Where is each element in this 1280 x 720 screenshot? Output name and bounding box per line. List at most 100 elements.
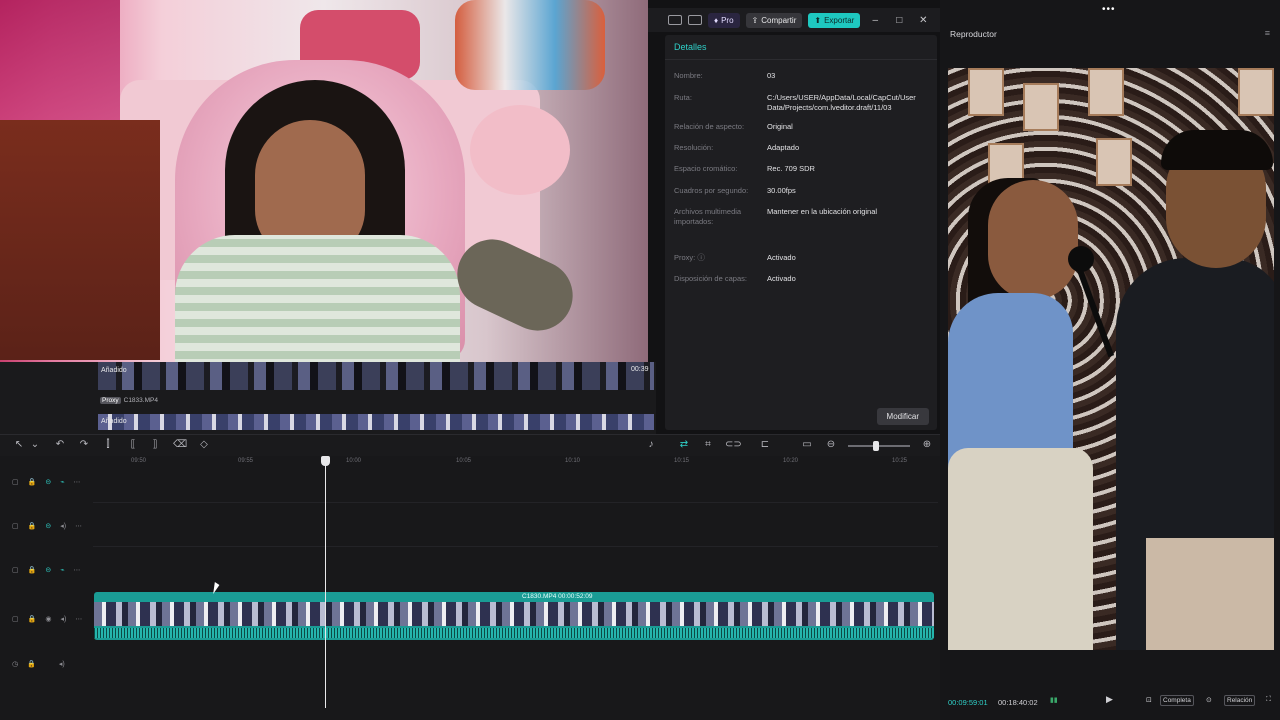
- detail-value: Rec. 709 SDR: [767, 164, 815, 173]
- chevron-down-icon[interactable]: ⌄: [28, 439, 42, 450]
- export-button[interactable]: ⬆ Exportar: [808, 12, 861, 28]
- more-icon[interactable]: ⋯: [75, 522, 82, 530]
- zoom-in-icon[interactable]: ⊕: [920, 439, 934, 450]
- redo-icon[interactable]: ↷: [77, 439, 91, 450]
- maximize-button[interactable]: □: [890, 15, 908, 26]
- video-clip[interactable]: C1830.MP4 00:00:52:09: [94, 592, 934, 640]
- undo-icon[interactable]: ↶: [53, 439, 67, 450]
- player-title: Reproductor: [950, 29, 997, 39]
- track-toggle-icon[interactable]: ▢: [12, 566, 19, 574]
- screenshot-icon[interactable]: ⊙: [1206, 696, 1212, 704]
- track-header-3: ▢ 🔒 ⊝ ⌁ ⋯: [0, 550, 93, 592]
- zoom-out-icon[interactable]: ⊖: [824, 439, 838, 450]
- track-header-main: ▢ 🔒 ◉ ◂) ⋯: [0, 599, 93, 641]
- details-panel: Detalles Nombre: 03 Ruta: C:/Users/USER/Ap…: [665, 35, 937, 430]
- more-icon[interactable]: ⋯: [73, 478, 80, 486]
- timeline[interactable]: 09:50 09:55 10:00 10:05 10:10 10:15 10:2…: [0, 456, 940, 720]
- media-strip-1[interactable]: [98, 362, 654, 390]
- split-icon[interactable]: ⫿: [101, 439, 115, 450]
- visibility-icon[interactable]: ⊝: [45, 522, 51, 530]
- full-quality-button[interactable]: Completa: [1160, 695, 1194, 706]
- added-label-2: Añadido: [101, 418, 127, 425]
- detail-value: Activado: [767, 253, 796, 262]
- detail-key: Espacio cromático:: [674, 164, 738, 173]
- track-header-2: ▢ 🔒 ⊝ ◂) ⋯: [0, 506, 93, 548]
- fit-icon[interactable]: ⊡: [1146, 696, 1152, 704]
- webcam-overlay: [0, 0, 648, 364]
- link-icon[interactable]: ⊂⊃: [725, 439, 742, 450]
- zoom-slider[interactable]: [848, 445, 910, 447]
- pro-button[interactable]: ♦ Pro: [708, 12, 740, 28]
- detail-value: Adaptado: [767, 143, 800, 152]
- preview-axis-icon[interactable]: ⊏: [758, 439, 772, 450]
- wall-poster: [1023, 83, 1059, 131]
- ruler-tick: 09:50: [131, 458, 147, 464]
- playhead-line[interactable]: [325, 456, 326, 708]
- video-preview[interactable]: [948, 68, 1274, 650]
- ruler-tick: 10:25: [892, 458, 908, 464]
- shelf-shape: [0, 120, 160, 360]
- clip-label: C1830.MP4 00:00:52:09: [522, 593, 593, 600]
- playhead-handle[interactable]: [321, 456, 330, 466]
- interviewee-head: [988, 180, 1078, 300]
- lock-icon[interactable]: 🔒: [28, 522, 37, 530]
- delete-icon[interactable]: ⌫: [173, 439, 187, 450]
- more-icon[interactable]: ⋯: [75, 615, 82, 623]
- speaker-icon[interactable]: ◂): [59, 660, 65, 668]
- marker-icon[interactable]: ◇: [197, 439, 211, 450]
- clip-waveform: [94, 628, 934, 638]
- caption-icon[interactable]: ▭: [800, 439, 814, 450]
- lock-icon[interactable]: 🔒: [27, 660, 36, 668]
- ruler-tick: 10:15: [674, 458, 690, 464]
- ruler-tick: 10:05: [456, 458, 472, 464]
- minimize-button[interactable]: –: [866, 15, 884, 26]
- modify-button[interactable]: Modificar: [876, 408, 929, 425]
- eye-icon[interactable]: ◉: [45, 615, 51, 623]
- microphone-icon[interactable]: ♪: [644, 439, 658, 450]
- ratio-button[interactable]: Relación: [1224, 695, 1256, 706]
- trim-left-icon[interactable]: ⟦: [126, 439, 140, 450]
- more-options-icon[interactable]: •••: [1102, 4, 1116, 15]
- proxy-indicator: Proxy C1833.MP4: [100, 397, 158, 404]
- lock-icon[interactable]: 🔒: [28, 615, 37, 623]
- media-strip-2[interactable]: [98, 414, 654, 430]
- zoom-slider-handle[interactable]: [873, 441, 879, 451]
- track-toggle-icon[interactable]: ▢: [12, 478, 19, 486]
- keyboard-icon[interactable]: [688, 15, 702, 25]
- added-label: Añadido: [101, 367, 127, 374]
- lock-icon[interactable]: 🔒: [28, 566, 37, 574]
- lock-icon[interactable]: 🔒: [28, 478, 37, 486]
- trim-right-icon[interactable]: ⟧: [148, 439, 162, 450]
- layout-icon[interactable]: [668, 15, 682, 25]
- more-icon[interactable]: ⋯: [73, 566, 80, 574]
- detail-value: C:/Users/USER/AppData/Local/CapCut/User …: [767, 93, 916, 112]
- close-button[interactable]: ✕: [914, 15, 932, 26]
- visibility-icon[interactable]: ⊝: [45, 566, 51, 574]
- audio-link-icon[interactable]: ⌁: [60, 566, 64, 574]
- select-tool-icon[interactable]: ↖: [12, 439, 26, 450]
- clock-icon[interactable]: ◷: [12, 660, 18, 668]
- speaker-icon[interactable]: ◂): [60, 615, 66, 623]
- snap-icon[interactable]: ⌗: [701, 439, 715, 450]
- interviewer-hair: [1161, 130, 1273, 170]
- speaker-icon[interactable]: ◂): [60, 522, 66, 530]
- track-toggle-icon[interactable]: ▢: [12, 615, 19, 623]
- time-ruler[interactable]: 09:50 09:55 10:00 10:05 10:10 10:15 10:2…: [93, 456, 938, 470]
- proxy-tag: Proxy: [100, 397, 121, 404]
- detail-key: Resolución:: [674, 143, 714, 152]
- clip-thumbnails: [94, 602, 934, 626]
- timeline-toolbar: ↖ ⌄ ↶ ↷ ⫿ ⟦ ⟧ ⌫ ◇ ♪ ⇄ ⌗ ⊂⊃ ⊏ ▭ ⊖ ⊕: [0, 434, 940, 456]
- track-toggle-icon[interactable]: ▢: [12, 522, 19, 530]
- main-track-link-icon[interactable]: ⇄: [677, 439, 691, 450]
- fullscreen-icon[interactable]: ⛶: [1266, 696, 1271, 704]
- visibility-icon[interactable]: ⊝: [45, 478, 51, 486]
- play-icon[interactable]: ▶: [1106, 694, 1113, 705]
- details-tab[interactable]: Detalles: [674, 42, 707, 52]
- share-button[interactable]: ⇪ Compartir: [745, 12, 803, 28]
- menu-icon[interactable]: ≡: [1265, 28, 1270, 38]
- detail-key: Archivos multimedia importados:: [674, 207, 742, 226]
- handheld-mic: [1068, 246, 1094, 272]
- divider: [665, 59, 937, 60]
- toys-shape: [455, 0, 605, 90]
- audio-link-icon[interactable]: ⌁: [60, 478, 64, 486]
